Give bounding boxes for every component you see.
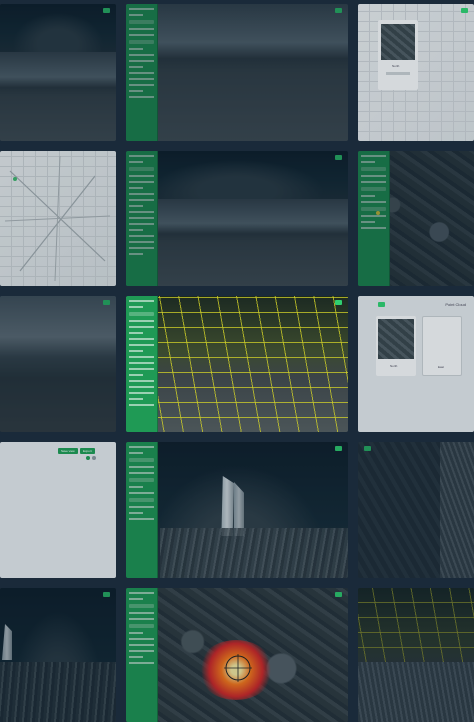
left-thumbnail: [378, 319, 414, 359]
map-thumbnail: [381, 24, 415, 60]
settings-icon[interactable]: [335, 155, 342, 160]
marker-icon: [376, 211, 380, 215]
viewer-tile-waterfront-grid[interactable]: [358, 588, 474, 722]
compare-right-card[interactable]: East: [422, 316, 462, 376]
layers-sidebar[interactable]: [358, 151, 390, 286]
viewer-tile-street-1[interactable]: [0, 4, 116, 141]
right-caption: East: [438, 365, 445, 369]
layers-sidebar[interactable]: [126, 588, 158, 722]
status-badge: [103, 300, 110, 305]
layers-sidebar[interactable]: [126, 151, 158, 286]
layers-sidebar[interactable]: [126, 4, 158, 141]
settings-icon[interactable]: [335, 300, 342, 305]
settings-icon[interactable]: [335, 592, 342, 597]
status-badge: [103, 592, 110, 597]
settings-icon[interactable]: [335, 8, 342, 13]
compare-left-card[interactable]: North: [376, 316, 416, 376]
viewer-tile-map[interactable]: [0, 151, 116, 286]
viewer-tile-pointcloud-grid[interactable]: [126, 296, 348, 432]
viewer-tile-tower[interactable]: [126, 442, 348, 578]
viewer-tile-compare[interactable]: Point Cloud North East: [358, 296, 474, 432]
export-button[interactable]: Export: [80, 448, 95, 454]
viewer-tile-street-2[interactable]: [0, 296, 116, 432]
layers-sidebar[interactable]: [126, 296, 158, 432]
compare-title: Point Cloud: [445, 302, 466, 307]
status-badge: [103, 8, 110, 13]
close-icon[interactable]: [378, 302, 385, 307]
map-modal: North: [378, 20, 418, 90]
modal-caption: North: [392, 64, 400, 68]
info-icon[interactable]: [92, 456, 96, 460]
viewer-tile-waterfront[interactable]: [358, 442, 474, 578]
map-roads: [4, 155, 111, 282]
viewer-tile-map-modal[interactable]: North: [358, 4, 474, 141]
left-caption: North: [390, 364, 398, 368]
viewer-tile-aerial-sidebar[interactable]: [358, 151, 474, 286]
viewer-tile-street-sidebar-2[interactable]: [126, 151, 348, 286]
settings-icon[interactable]: [335, 446, 342, 451]
viewer-tile-night[interactable]: [0, 588, 116, 722]
status-badge: [364, 446, 371, 451]
viewer-tile-blank-form[interactable]: Save view Export: [0, 442, 116, 578]
compass-icon: [224, 654, 252, 682]
add-icon[interactable]: [86, 456, 90, 460]
viewer-tile-street-sidebar-1[interactable]: [126, 4, 348, 141]
save-view-button[interactable]: Save view: [58, 448, 78, 454]
viewer-tile-heatmap[interactable]: [126, 588, 348, 722]
close-icon[interactable]: [461, 8, 468, 13]
layers-sidebar[interactable]: [126, 442, 158, 578]
